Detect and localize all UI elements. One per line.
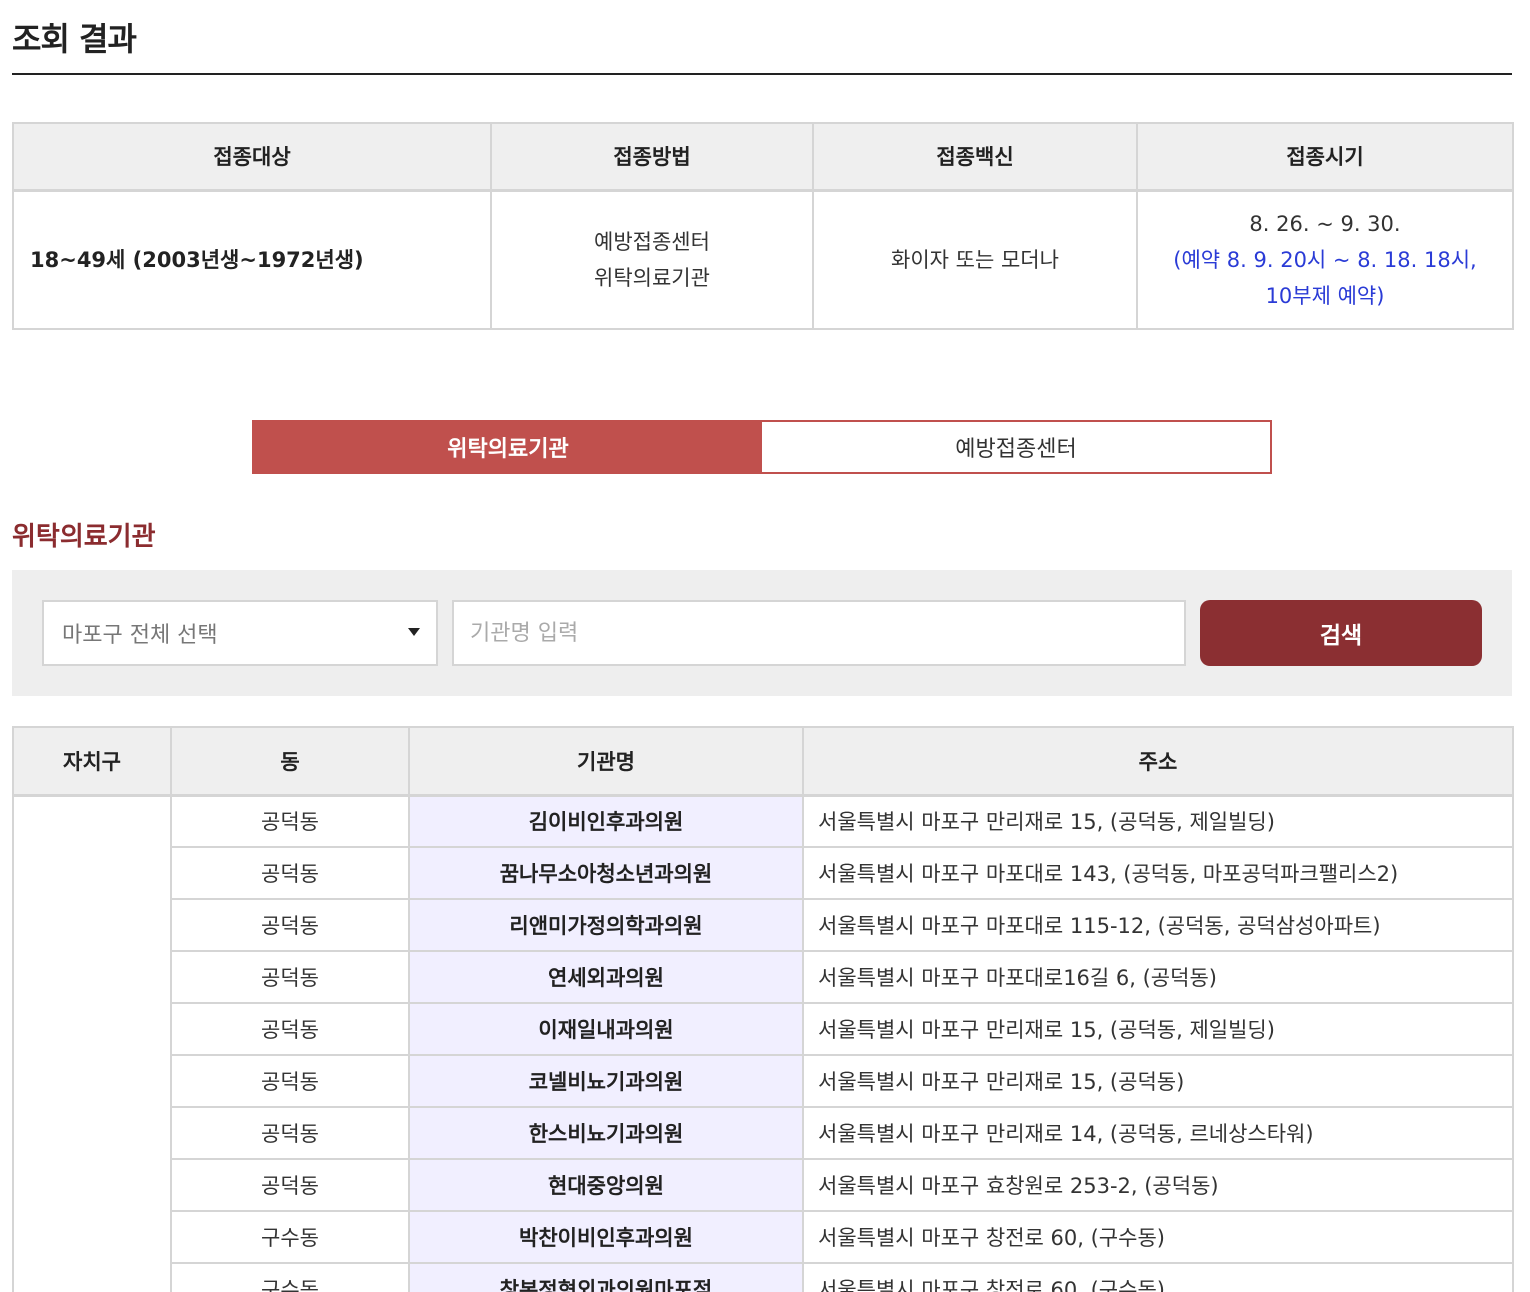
address-cell: 서울특별시 마포구 창전로 60, (구수동)	[802, 1210, 1514, 1264]
facility-tabs: 위탁의료기관 예방접종센터	[252, 420, 1272, 474]
tab-contracted-clinics[interactable]: 위탁의료기관	[254, 422, 762, 472]
search-button[interactable]: 검색	[1200, 600, 1482, 666]
dong-cell: 공덕동	[170, 794, 410, 848]
header-period: 접종시기	[1136, 122, 1514, 192]
facility-name-input[interactable]	[452, 600, 1186, 666]
address-cell: 서울특별시 마포구 만리재로 15, (공덕동, 제일빌딩)	[802, 1002, 1514, 1056]
facility-name-cell[interactable]: 이재일내과의원	[408, 1002, 804, 1056]
table-row: 공덕동 현대중앙의원 서울특별시 마포구 효창원로 253-2, (공덕동)	[13, 1158, 1514, 1212]
facility-name-cell[interactable]: 꿈나무소아청소년과의원	[408, 846, 804, 900]
page-title: 조회 결과	[12, 20, 137, 58]
table-row: 공덕동 이재일내과의원 서울특별시 마포구 만리재로 15, (공덕동, 제일빌…	[13, 1002, 1514, 1056]
dong-cell: 공덕동	[170, 1002, 410, 1056]
facility-name-cell[interactable]: 박찬이비인후과의원	[408, 1210, 804, 1264]
address-cell: 서울특별시 마포구 만리재로 15, (공덕동, 제일빌딩)	[802, 794, 1514, 848]
district-select[interactable]: 마포구 전체 선택	[42, 600, 438, 666]
facility-name-cell[interactable]: 코넬비뇨기과의원	[408, 1054, 804, 1108]
method-line: 예방접종센터	[594, 229, 710, 254]
district-select-value: 마포구 전체 선택	[62, 623, 218, 648]
tab-vaccination-center[interactable]: 예방접종센터	[762, 422, 1270, 472]
address-cell: 서울특별시 마포구 마포대로16길 6, (공덕동)	[802, 950, 1514, 1004]
method-cell: 예방접종센터 위탁의료기관	[490, 189, 814, 330]
facility-name-cell[interactable]: 리앤미가정의학과의원	[408, 898, 804, 952]
table-row: 공덕동 김이비인후과의원 서울특별시 마포구 만리재로 15, (공덕동, 제일…	[12, 794, 1514, 1292]
facility-name-cell[interactable]: 한스비뇨기과의원	[408, 1106, 804, 1160]
period-cell: 8. 26. ~ 9. 30. (예약 8. 9. 20시 ~ 8. 18. 1…	[1136, 189, 1514, 330]
header-method: 접종방법	[490, 122, 814, 192]
address-cell: 서울특별시 마포구 만리재로 14, (공덕동, 르네상스타워)	[802, 1106, 1514, 1160]
dong-cell: 구수동	[170, 1210, 410, 1264]
dong-cell: 공덕동	[170, 846, 410, 900]
dong-cell: 공덕동	[170, 1054, 410, 1108]
address-cell: 서울특별시 마포구 마포대로 143, (공덕동, 마포공덕파크팰리스2)	[802, 846, 1514, 900]
facility-name-cell[interactable]: 김이비인후과의원	[408, 794, 804, 848]
dong-cell: 공덕동	[170, 1158, 410, 1212]
reservation-text: 10부제 예약)	[1265, 283, 1385, 308]
vaccine-cell: 화이자 또는 모더나	[812, 189, 1138, 330]
facility-name-cell[interactable]: 창본정형외과의원마포점	[408, 1262, 804, 1292]
table-row: 공덕동 꿈나무소아청소년과의원 서울특별시 마포구 마포대로 143, (공덕동…	[13, 846, 1514, 900]
section-heading: 위탁의료기관	[12, 522, 156, 552]
list-header-row: 자치구 동 기관명 주소	[12, 726, 1514, 797]
period-text: 8. 26. ~ 9. 30.	[1249, 211, 1401, 236]
table-row: 공덕동 한스비뇨기과의원 서울특별시 마포구 만리재로 14, (공덕동, 르네…	[13, 1106, 1514, 1160]
search-panel: 마포구 전체 선택 검색	[12, 570, 1512, 696]
address-cell: 서울특별시 마포구 만리재로 15, (공덕동)	[802, 1054, 1514, 1108]
table-row: 구수동 창본정형외과의원마포점 서울특별시 마포구 창전로 60, (구수동)	[13, 1262, 1514, 1292]
table-row: 공덕동 리앤미가정의학과의원 서울특별시 마포구 마포대로 115-12, (공…	[13, 898, 1514, 952]
info-header-row: 접종대상 접종방법 접종백신 접종시기	[12, 122, 1514, 192]
title-divider	[12, 73, 1512, 75]
chevron-down-icon	[408, 628, 420, 636]
dong-cell: 공덕동	[170, 898, 410, 952]
address-cell: 서울특별시 마포구 효창원로 253-2, (공덕동)	[802, 1158, 1514, 1212]
facility-name-cell[interactable]: 연세외과의원	[408, 950, 804, 1004]
vaccination-info-table: 접종대상 접종방법 접종백신 접종시기 18~49세 (2003년생~1972년…	[12, 122, 1514, 330]
table-row: 공덕동 연세외과의원 서울특별시 마포구 마포대로16길 6, (공덕동)	[13, 950, 1514, 1004]
method-line: 위탁의료기관	[594, 265, 710, 290]
target-cell: 18~49세 (2003년생~1972년생)	[12, 189, 492, 330]
dong-cell: 공덕동	[170, 1106, 410, 1160]
address-cell: 서울특별시 마포구 마포대로 115-12, (공덕동, 공덕삼성아파트)	[802, 898, 1514, 952]
dong-cell: 공덕동	[170, 950, 410, 1004]
header-target: 접종대상	[12, 122, 492, 192]
reservation-text: (예약 8. 9. 20시 ~ 8. 18. 18시,	[1173, 247, 1477, 272]
facility-list-table: 자치구 동 기관명 주소 공덕동 김이비인후과의원 서울특별시 마포구 만리재로…	[12, 726, 1514, 1292]
address-cell: 서울특별시 마포구 창전로 60, (구수동)	[802, 1262, 1514, 1292]
district-cell	[12, 794, 172, 1292]
header-facility-name: 기관명	[408, 726, 804, 797]
table-row: 공덕동 코넬비뇨기과의원 서울특별시 마포구 만리재로 15, (공덕동)	[13, 1054, 1514, 1108]
table-row: 구수동 박찬이비인후과의원 서울특별시 마포구 창전로 60, (구수동)	[13, 1210, 1514, 1264]
header-dong: 동	[170, 726, 410, 797]
dong-cell: 구수동	[170, 1262, 410, 1292]
header-vaccine: 접종백신	[812, 122, 1138, 192]
header-address: 주소	[802, 726, 1514, 797]
header-district: 자치구	[12, 726, 172, 797]
facility-name-cell[interactable]: 현대중앙의원	[408, 1158, 804, 1212]
info-row: 18~49세 (2003년생~1972년생) 예방접종센터 위탁의료기관 화이자…	[12, 189, 1514, 330]
